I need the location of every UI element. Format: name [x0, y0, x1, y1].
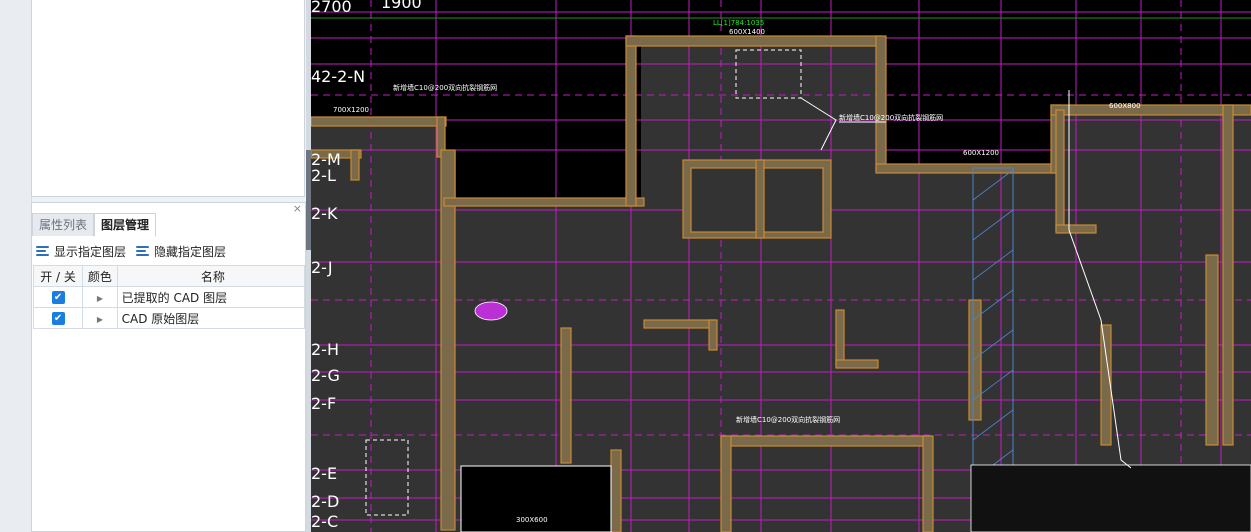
tab-layer-manager[interactable]: 图层管理 [94, 213, 157, 237]
axis-label: 2-J [311, 258, 333, 277]
axis-label: 2-H [311, 340, 339, 359]
axis-label: 2-E [311, 464, 337, 483]
panel-tabs: 属性列表 图层管理 [32, 213, 157, 237]
cad-drawing-canvas[interactable]: 2700 1900 3400 42-2-N 2-M 2-L 2-K 2-J 2-… [311, 0, 1251, 532]
column-header-color: 颜色 [82, 265, 118, 287]
axis-label: 2-C [311, 512, 338, 531]
layer-name: CAD 原始图层 [116, 307, 306, 329]
selected-element[interactable] [474, 301, 508, 321]
axis-label: 2-G [311, 366, 340, 385]
layer-color-cell[interactable]: ▶ [82, 307, 118, 329]
hide-layer-button[interactable]: 隐藏指定图层 [136, 243, 226, 260]
close-icon[interactable]: × [293, 202, 302, 215]
layer-table: 开 / 关 颜色 名称 ✔ ▶ 已提取的 CAD 图层 ✔ ▶ CAD 原始图层 [32, 265, 306, 329]
left-panel: × 属性列表 图层管理 显示指定图层 隐藏指定图层 开 / 关 颜色 名称 ✔ … [0, 0, 306, 532]
annotation: 600X1200 [963, 149, 999, 157]
axis-label: 2-K [311, 204, 338, 223]
axis-label: 2-D [311, 492, 339, 511]
annotation: 300X600 [516, 516, 548, 524]
layer-toggle-cell: ✔ [32, 286, 84, 308]
side-gutter [0, 0, 32, 532]
annotation: 新增墙C10@200双向抗裂钢筋网 [839, 113, 943, 122]
annotation: 600X800 [1109, 102, 1141, 110]
axis-label: 2-F [311, 394, 336, 413]
annotation: LL[1]784:1035 [713, 19, 764, 27]
layer-checkbox[interactable]: ✔ [51, 312, 65, 325]
annotation: 600X1400 [729, 28, 765, 36]
axis-label: 2-L [311, 166, 336, 185]
top-number-1: 2700 [311, 0, 352, 16]
table-row[interactable]: ✔ ▶ CAD 原始图层 [32, 307, 306, 329]
column-header-name: 名称 [116, 265, 306, 287]
tab-property-list[interactable]: 属性列表 [32, 213, 95, 236]
column-header-toggle: 开 / 关 [32, 265, 84, 287]
layer-table-header: 开 / 关 颜色 名称 [32, 265, 306, 287]
show-layer-icon [36, 245, 50, 257]
layer-name: 已提取的 CAD 图层 [116, 286, 306, 308]
bottom-structure [970, 464, 1251, 532]
axis-label: 42-2-N [311, 67, 365, 86]
show-layer-button[interactable]: 显示指定图层 [36, 243, 126, 260]
layer-color-cell[interactable]: ▶ [82, 286, 118, 308]
triangle-right-icon: ▶ [96, 315, 103, 324]
annotation: 新增墙C10@200双向抗裂钢筋网 [393, 83, 497, 92]
annotation: 新增墙C10@200双向抗裂钢筋网 [736, 415, 840, 424]
layer-manager-panel: × 属性列表 图层管理 显示指定图层 隐藏指定图层 开 / 关 颜色 名称 ✔ … [31, 202, 306, 532]
top-number-3: 3400 [466, 0, 507, 4]
layer-toggle-cell: ✔ [32, 307, 84, 329]
properties-panel-area [31, 0, 305, 197]
show-layer-label: 显示指定图层 [54, 244, 127, 259]
table-row[interactable]: ✔ ▶ 已提取的 CAD 图层 [32, 286, 306, 308]
layer-toolbar: 显示指定图层 隐藏指定图层 [36, 241, 236, 261]
hide-layer-label: 隐藏指定图层 [154, 244, 227, 259]
top-number-2: 1900 [381, 0, 422, 12]
hide-layer-icon [136, 245, 150, 257]
annotation: 700X1200 [333, 106, 369, 114]
layer-checkbox[interactable]: ✔ [51, 291, 65, 304]
triangle-right-icon: ▶ [96, 294, 103, 303]
